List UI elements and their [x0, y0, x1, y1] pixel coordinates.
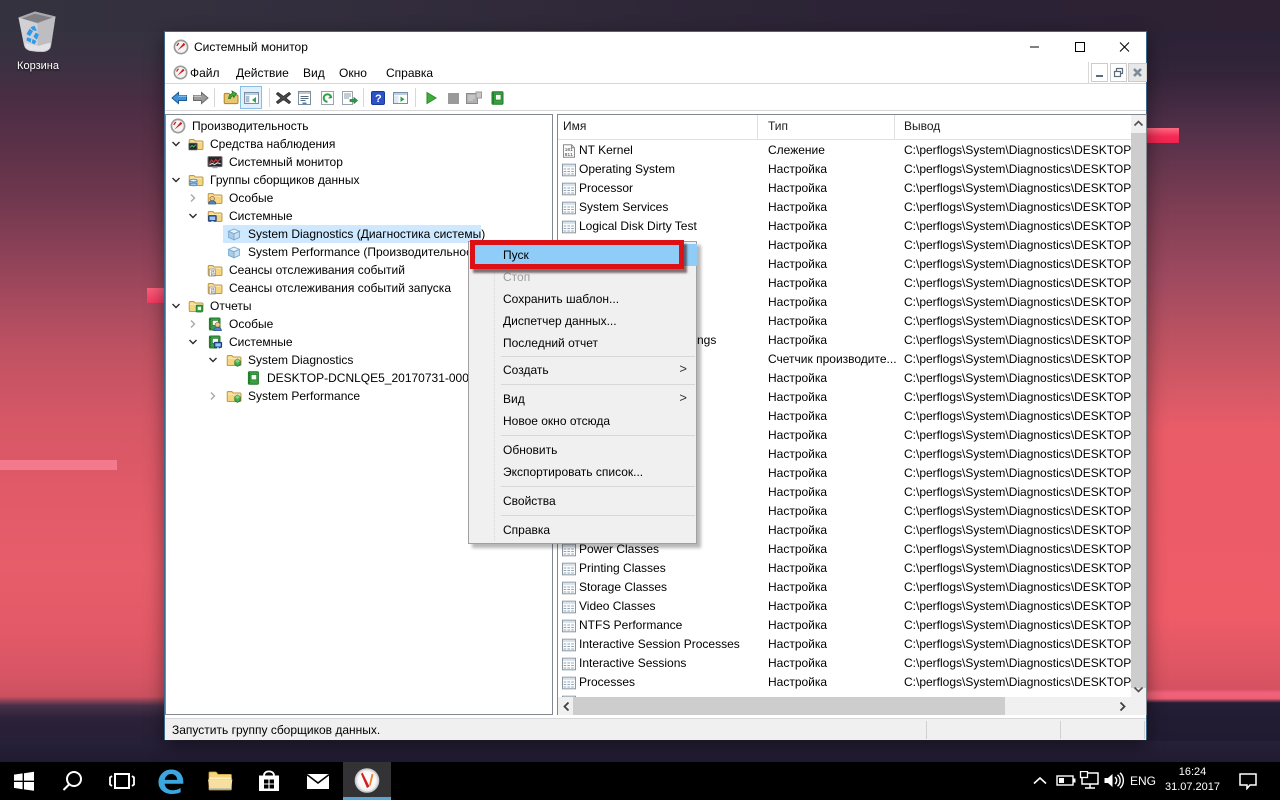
- svg-text:?: ?: [375, 93, 382, 105]
